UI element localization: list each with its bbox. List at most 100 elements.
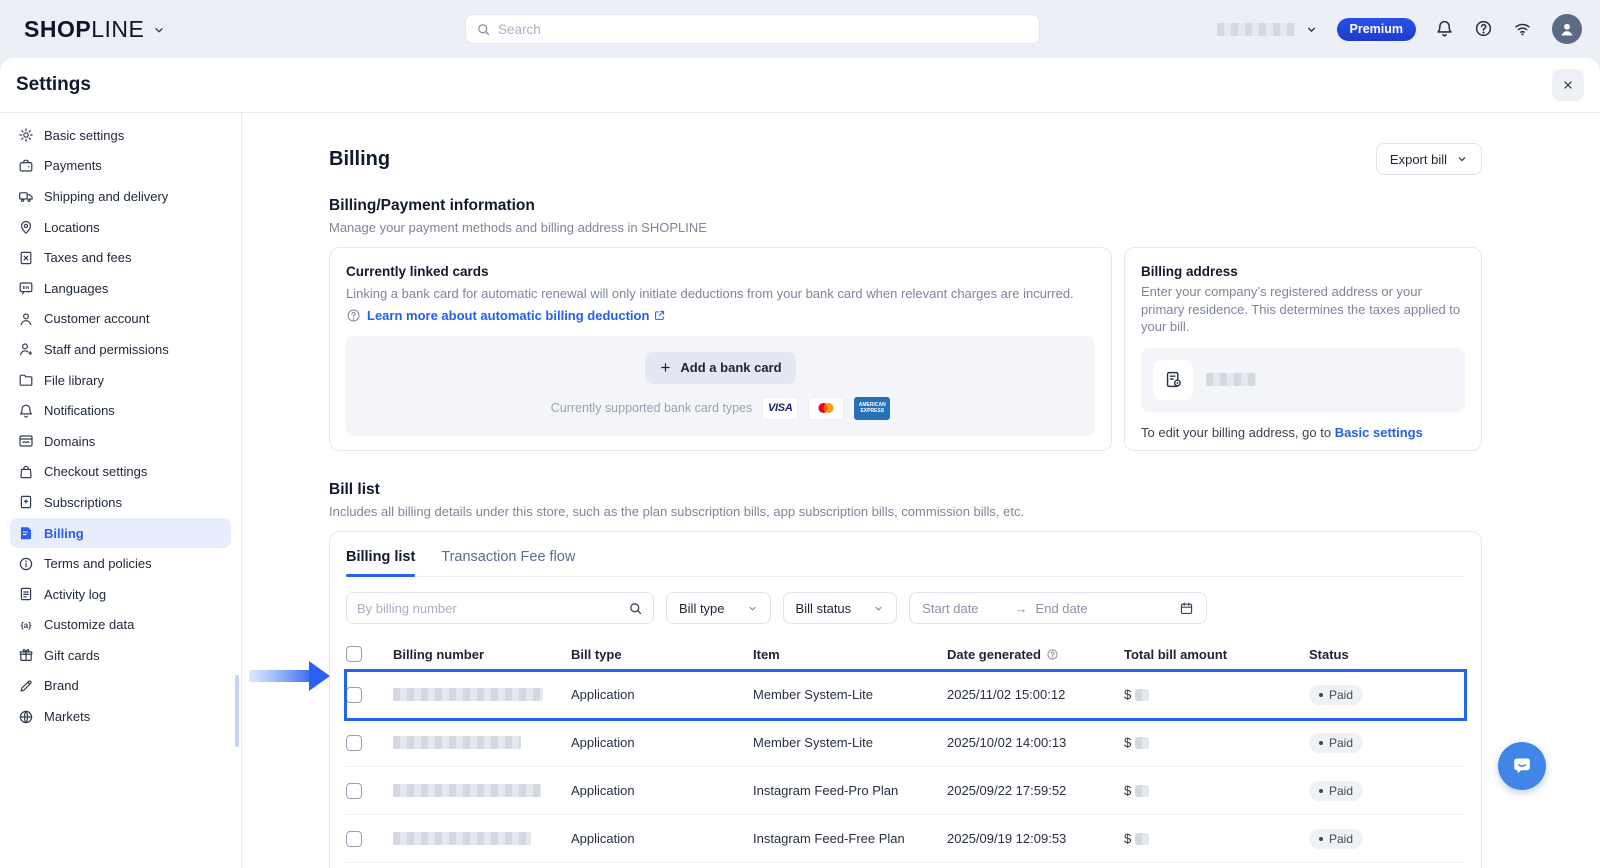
- user-avatar[interactable]: [1552, 14, 1582, 44]
- learn-more-link[interactable]: Learn more about automatic billing deduc…: [367, 308, 666, 323]
- close-settings-button[interactable]: [1552, 69, 1584, 101]
- sidebar-item-label: Terms and policies: [44, 556, 152, 571]
- billing-number-search-input[interactable]: [357, 601, 628, 616]
- sidebar-scrollbar-thumb[interactable]: [235, 675, 239, 747]
- network-status-icon[interactable]: [1513, 19, 1533, 39]
- bill-table-row[interactable]: ApplicationInstagram Feed-Pro Plan2025/0…: [346, 767, 1465, 815]
- sidebar-item-label: Payments: [44, 158, 102, 173]
- sidebar-item-file-library[interactable]: File library: [10, 365, 231, 396]
- payment-info-subtitle: Manage your payment methods and billing …: [329, 220, 1482, 235]
- learn-more-label: Learn more about automatic billing deduc…: [367, 308, 649, 323]
- export-chevron-down-icon: [1456, 153, 1468, 165]
- sidebar-item-billing[interactable]: Billing: [10, 518, 231, 549]
- notifications-bell-icon[interactable]: [1435, 19, 1455, 39]
- filter-search-icon: [628, 601, 643, 616]
- bill-type-label: Bill type: [679, 601, 725, 616]
- bill-type-cell: Application: [571, 831, 753, 846]
- sidebar-item-label: Staff and permissions: [44, 342, 169, 357]
- column-header-status: Status: [1309, 647, 1465, 662]
- amount-currency: $: [1124, 735, 1131, 750]
- date-range-picker[interactable]: Start date → End date: [909, 592, 1207, 624]
- bill-table-row[interactable]: ApplicationInstagram Feed-Free Plan2025/…: [346, 815, 1465, 863]
- gear-icon: [18, 127, 34, 143]
- tab-billing-list[interactable]: Billing list: [346, 549, 415, 576]
- total-amount-cell: $: [1124, 687, 1309, 702]
- sidebar-item-basic-settings[interactable]: Basic settings: [10, 120, 231, 151]
- add-bank-card-button[interactable]: Add a bank card: [645, 352, 795, 384]
- sidebar-item-domains[interactable]: Domains: [10, 426, 231, 457]
- total-amount-cell: $: [1124, 783, 1309, 798]
- sidebar-item-languages[interactable]: ENLanguages: [10, 273, 231, 304]
- total-amount-cell: $: [1124, 735, 1309, 750]
- bill-status-select[interactable]: Bill status: [783, 592, 898, 624]
- sidebar-item-activity-log[interactable]: Activity log: [10, 579, 231, 610]
- amount-currency: $: [1124, 831, 1131, 846]
- sidebar-item-notifications[interactable]: Notifications: [10, 395, 231, 426]
- export-bill-button[interactable]: Export bill: [1376, 143, 1482, 175]
- address-document-icon: [1153, 360, 1193, 400]
- sidebar-item-label: Gift cards: [44, 648, 100, 663]
- premium-badge[interactable]: Premium: [1337, 18, 1417, 41]
- help-icon[interactable]: [1474, 19, 1494, 39]
- sidebar-item-staff-and-permissions[interactable]: Staff and permissions: [10, 334, 231, 365]
- browser-icon: [18, 433, 34, 449]
- tab-transaction-fee-flow[interactable]: Transaction Fee flow: [441, 549, 575, 576]
- sidebar-item-shipping-and-delivery[interactable]: Shipping and delivery: [10, 181, 231, 212]
- sidebar-item-customize-data[interactable]: {a}Customize data: [10, 610, 231, 641]
- billing-number-redacted: [393, 784, 541, 797]
- sidebar-item-locations[interactable]: Locations: [10, 212, 231, 243]
- date-range-arrow-icon: →: [1015, 601, 1028, 616]
- billing-address-value: [1141, 348, 1465, 412]
- row-checkbox[interactable]: [346, 783, 362, 799]
- billing-number-search[interactable]: [346, 592, 654, 624]
- global-search-input[interactable]: [498, 22, 1029, 37]
- column-header-total-bill-amount: Total bill amount: [1124, 647, 1309, 662]
- chat-support-button[interactable]: [1498, 742, 1546, 790]
- bill-table-row[interactable]: ApplicationMember System-Lite2025/10/02 …: [346, 719, 1465, 767]
- sidebar-item-brand[interactable]: Brand: [10, 671, 231, 702]
- select-all-checkbox[interactable]: [346, 646, 362, 662]
- item-cell: Instagram Feed-Pro Plan: [753, 783, 947, 798]
- sidebar-item-checkout-settings[interactable]: Checkout settings: [10, 457, 231, 488]
- status-badge: Paid: [1309, 781, 1363, 801]
- bill-table-row-highlighted[interactable]: ApplicationMember System-Lite2025/11/02 …: [346, 671, 1465, 719]
- column-header-label: Billing number: [393, 647, 484, 662]
- column-header-billing-number: Billing number: [393, 647, 571, 662]
- add-card-area: Add a bank card Currently supported bank…: [346, 336, 1095, 436]
- row-checkbox[interactable]: [346, 831, 362, 847]
- end-date-placeholder: End date: [1036, 601, 1088, 616]
- global-search[interactable]: [465, 14, 1040, 44]
- search-icon: [476, 22, 491, 37]
- billing-address-title: Billing address: [1141, 264, 1465, 279]
- sidebar-item-payments[interactable]: Payments: [10, 151, 231, 182]
- bill-type-select[interactable]: Bill type: [666, 592, 771, 624]
- column-header-bill-type: Bill type: [571, 647, 753, 662]
- bill-list-subtitle: Includes all billing details under this …: [329, 504, 1482, 519]
- total-amount-cell: $: [1124, 831, 1309, 846]
- sidebar-item-subscriptions[interactable]: Subscriptions: [10, 487, 231, 518]
- app-header: SHOPLINE Premium: [0, 0, 1600, 58]
- sidebar-item-label: Customize data: [44, 617, 134, 632]
- doc-lines-icon: [18, 586, 34, 602]
- export-bill-label: Export bill: [1390, 152, 1447, 167]
- sidebar-item-terms-and-policies[interactable]: Terms and policies: [10, 548, 231, 579]
- billing-content: Billing Export bill Billing/Payment info…: [242, 113, 1600, 868]
- shopline-logo[interactable]: SHOPLINE: [24, 16, 166, 43]
- sidebar-item-gift-cards[interactable]: Gift cards: [10, 640, 231, 671]
- date-generated-help-icon[interactable]: [1046, 648, 1059, 661]
- bell-icon: [18, 403, 34, 419]
- row-checkbox[interactable]: [346, 687, 362, 703]
- column-header-date-generated: Date generated: [947, 647, 1124, 662]
- basic-settings-link[interactable]: Basic settings: [1335, 425, 1423, 440]
- row-checkbox[interactable]: [346, 735, 362, 751]
- settings-sidebar: Basic settings Payments Shipping and deliv…: [0, 113, 242, 868]
- sidebar-item-label: Taxes and fees: [44, 250, 131, 265]
- store-switcher[interactable]: [1217, 23, 1318, 36]
- sidebar-item-markets[interactable]: Markets: [10, 701, 231, 732]
- store-name-redacted: [1217, 23, 1295, 36]
- sidebar-item-label: Markets: [44, 709, 90, 724]
- sidebar-item-customer-account[interactable]: Customer account: [10, 304, 231, 335]
- bill-list-card: Billing list Transaction Fee flow Bill ty…: [329, 531, 1482, 868]
- sidebar-item-taxes-and-fees[interactable]: Taxes and fees: [10, 242, 231, 273]
- store-chevron-down-icon: [1305, 23, 1318, 36]
